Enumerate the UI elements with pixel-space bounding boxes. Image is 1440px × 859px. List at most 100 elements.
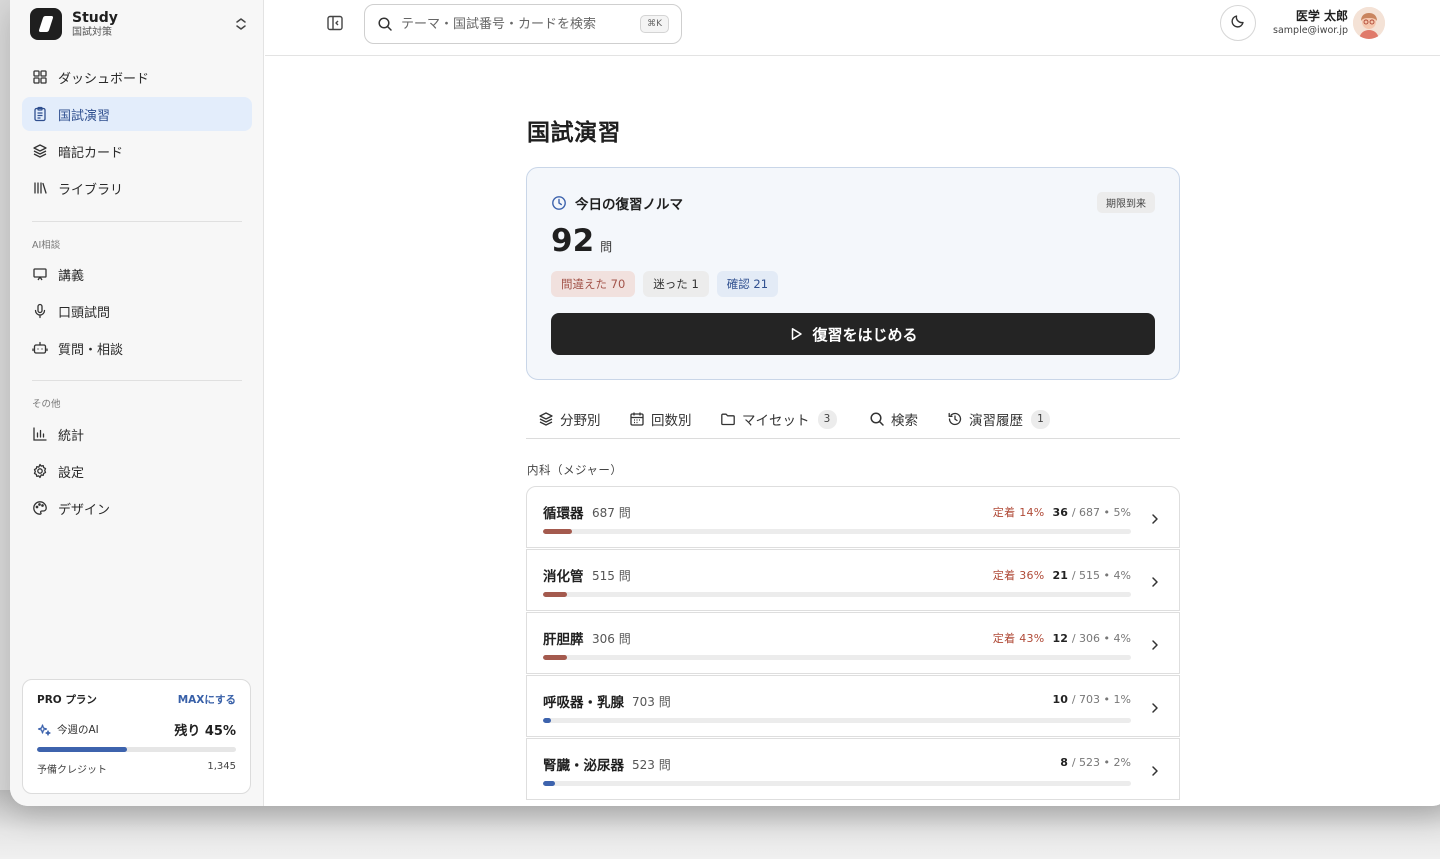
play-icon [788,326,804,342]
sidebar-item-dashboard[interactable]: ダッシュボード [22,60,252,94]
theme-toggle-button[interactable] [1220,5,1256,41]
palette-icon [32,500,48,516]
presentation-icon [32,266,48,282]
page-title: 国試演習 [527,120,621,146]
user-name: 医学 太郎 [1295,9,1348,23]
answered-ratio: / 523 • 2% [1071,756,1131,769]
category-stats: 定着 36% 21 / 515 • 4% [993,567,1131,583]
sidebar: Study 国試対策 ダッシュボード 国試演習 暗記カード ライブラリ AI相談… [10,0,264,806]
sparkles-icon [37,723,51,737]
answered-count: 8 [1060,756,1068,769]
sidebar-item-label: 質問・相談 [58,342,124,358]
category-row[interactable]: 循環器 687 問 定着 14% 36 / 687 • 5% [526,486,1180,548]
progress-bar-fill [543,655,567,660]
moon-icon [1230,13,1246,33]
answered-ratio: / 687 • 5% [1071,505,1131,519]
review-quota-card: 今日の復習ノルマ 期限到来 92 問 間違えた 70 迷った 1 確認 21 復… [526,167,1180,380]
progress-bar [543,592,1131,597]
search-input[interactable] [401,16,641,32]
progress-bar [543,655,1131,660]
sidebar-item-lecture[interactable]: 講義 [22,257,252,291]
plan-title: PRO プラン [37,694,97,706]
tab-history[interactable]: 演習履歴 1 [947,408,1050,430]
progress-bar-fill [543,529,573,534]
category-name: 循環器 [543,506,584,522]
history-icon [947,411,963,427]
answered-ratio: / 515 • 4% [1071,568,1131,582]
avatar[interactable] [1353,7,1385,39]
tab-by-round[interactable]: 回数別 [629,408,692,430]
category-name: 消化管 [543,569,584,585]
library-icon [32,180,48,196]
category-row[interactable]: 肝胆膵 306 問 定着 43% 12 / 306 • 4% [526,612,1180,674]
chevron-right-icon [1149,637,1161,651]
layers-icon [538,411,554,427]
sidebar-item-label: 国試演習 [58,108,111,124]
user-email: sample@iwor.jp [1273,25,1348,36]
start-review-button[interactable]: 復習をはじめる [551,313,1155,355]
sidebar-item-questions[interactable]: 質問・相談 [22,331,252,365]
progress-bar-fill [543,781,555,786]
sidebar-toggle-icon[interactable] [326,14,344,32]
category-total: 687 問 [592,506,631,520]
category-total: 523 問 [632,758,671,772]
progress-bar [543,718,1131,723]
other-nav: 統計 設定 デザイン [22,417,252,528]
answered-ratio: / 703 • 1% [1071,693,1131,706]
progress-bar-fill [543,592,567,597]
plan-card: PRO プラン MAXにする 今週のAI 残り 45% 予備クレジット 1,34… [22,679,251,794]
sidebar-item-oral-exam[interactable]: 口頭試問 [22,294,252,328]
category-row[interactable]: 消化管 515 問 定着 36% 21 / 515 • 4% [526,549,1180,611]
tab-search[interactable]: 検索 [869,408,918,430]
user-info[interactable]: 医学 太郎 sample@iwor.jp [1268,8,1348,37]
sidebar-item-label: 口頭試問 [58,305,111,321]
chip-wrong[interactable]: 間違えた 70 [551,271,636,297]
sidebar-item-flashcards[interactable]: 暗記カード [22,134,252,168]
review-title: 今日の復習ノルマ [575,197,683,213]
sidebar-item-stats[interactable]: 統計 [22,417,252,451]
main-nav: ダッシュボード 国試演習 暗記カード ライブラリ [22,60,252,208]
progress-bar [543,781,1131,786]
answered-ratio: / 306 • 4% [1071,631,1131,645]
chip-unsure[interactable]: 迷った 1 [643,271,709,297]
sidebar-item-label: 統計 [58,428,85,444]
tab-by-field[interactable]: 分野別 [538,408,601,430]
sidebar-item-label: 講義 [58,268,85,284]
search-icon [377,16,393,32]
tab-count: 3 [817,409,837,429]
workspace-switcher[interactable]: Study 国試対策 [30,8,248,40]
section-heading-other: その他 [32,399,61,410]
chevron-right-icon [1149,574,1161,588]
layers-icon [32,143,48,159]
retention-rate: 定着 43% [992,632,1045,645]
sidebar-item-exam-practice[interactable]: 国試演習 [22,97,252,131]
category-total: 515 問 [592,569,631,583]
tab-label: 回数別 [651,413,692,429]
category-row[interactable]: 呼吸器・乳腺 703 問 10 / 703 • 1% [526,675,1180,737]
sidebar-item-design[interactable]: デザイン [22,491,252,525]
tab-my-sets[interactable]: マイセット 3 [720,408,837,430]
search-icon [869,411,885,427]
credit-value: 1,345 [207,761,236,772]
sidebar-item-label: ライブラリ [58,182,124,198]
category-total: 703 問 [632,695,671,709]
progress-bar-fill [543,718,551,723]
sidebar-item-settings[interactable]: 設定 [22,454,252,488]
section-heading-ai: AI相談 [32,240,61,251]
category-row[interactable]: 腎臓・泌尿器 523 問 8 / 523 • 2% [526,738,1180,800]
microphone-icon [32,303,48,319]
bot-icon [32,340,48,356]
search-box[interactable]: ⌘K [364,4,682,44]
chip-confirm[interactable]: 確認 21 [716,271,779,297]
sidebar-item-library[interactable]: ライブラリ [22,171,252,205]
category-name: 腎臓・泌尿器 [543,758,624,774]
brand-name: Study [72,9,118,26]
retention-rate: 定着 14% [992,506,1045,519]
upgrade-link[interactable]: MAXにする [178,692,236,707]
category-stats: 定着 14% 36 / 687 • 5% [993,504,1131,520]
ai-nav: 講義 口頭試問 質問・相談 [22,257,252,368]
answered-count: 12 [1052,631,1068,645]
ai-usage-bar [37,747,236,752]
app-logo [30,8,62,40]
answered-count: 21 [1052,568,1068,582]
